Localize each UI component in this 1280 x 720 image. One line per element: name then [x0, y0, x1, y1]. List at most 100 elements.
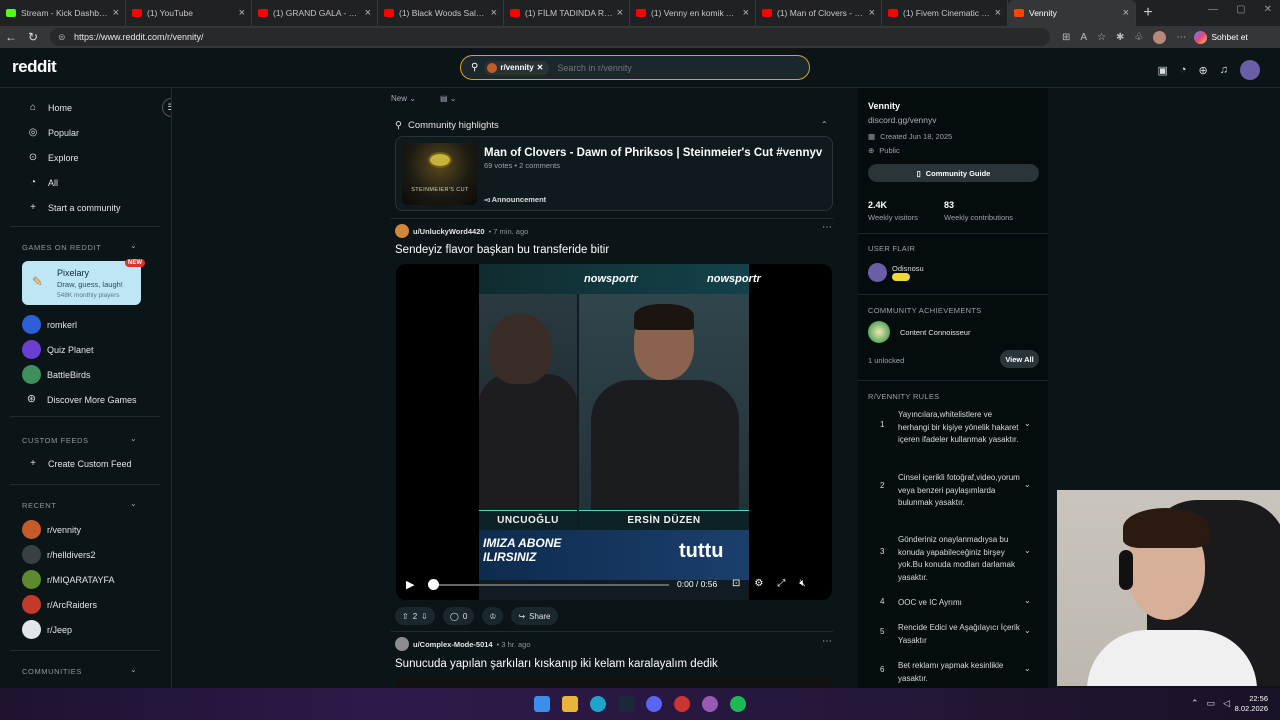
recent-community[interactable]: r/Jeep: [22, 620, 72, 639]
chevron-up-icon[interactable]: ⌃: [1191, 698, 1199, 709]
post-title[interactable]: Sendeyiz flavor başkan bu transferide bi…: [395, 244, 609, 256]
close-tab-icon[interactable]: ×: [113, 7, 119, 19]
downvote-icon[interactable]: ⇩: [421, 612, 428, 621]
play-icon[interactable]: ▶: [406, 578, 414, 591]
reddit-logo[interactable]: reddit: [12, 57, 57, 77]
close-window-icon[interactable]: ✕: [1264, 4, 1272, 15]
advertise-icon[interactable]: ▣: [1157, 64, 1167, 77]
new-tab-icon[interactable]: +: [1136, 0, 1160, 26]
view-dropdown[interactable]: ▤ ⌄: [440, 94, 457, 103]
favorite-star-icon[interactable]: ☆: [1097, 32, 1106, 43]
chevron-down-icon[interactable]: ⌄: [130, 241, 137, 250]
create-post-icon[interactable]: ⊕: [1199, 64, 1208, 77]
comments-button[interactable]: ◯ 0: [442, 607, 475, 625]
nav-item-start-a-community[interactable]: + Start a community: [26, 202, 120, 213]
browser-tab[interactable]: (1) FİLM TADINDA ROL PAS ×: [504, 0, 630, 26]
chevron-down-icon[interactable]: ⌄: [1024, 626, 1031, 635]
chevron-down-icon[interactable]: ⌄: [1024, 664, 1031, 673]
url-field[interactable]: ⊜ https://www.reddit.com/r/vennity/: [50, 28, 1050, 46]
fullscreen-icon[interactable]: ⤢: [777, 578, 785, 589]
steam-icon[interactable]: [618, 696, 634, 712]
share-button[interactable]: ↪ Share: [511, 607, 558, 625]
recent-community[interactable]: r/vennity: [22, 520, 81, 539]
extensions-icon[interactable]: ✱: [1116, 32, 1124, 43]
close-tab-icon[interactable]: ×: [869, 7, 875, 19]
browser-tab[interactable]: (1) Venny en komik ATM k ×: [630, 0, 756, 26]
pixelary-game-card[interactable]: ✎ Pixelary Draw, guess, laugh! 548K monthly…: [22, 259, 145, 305]
section-title[interactable]: CUSTOM FEEDS: [22, 436, 89, 445]
chevron-down-icon[interactable]: ⌄: [130, 434, 137, 443]
game-item[interactable]: ⊛ Discover More Games: [22, 390, 137, 409]
video-progress-track[interactable]: [429, 584, 669, 586]
community-guide-button[interactable]: ▯ Community Guide: [868, 164, 1039, 182]
nav-item-popular[interactable]: ◎ Popular: [26, 127, 79, 138]
start-icon[interactable]: [534, 696, 550, 712]
sohbet-button[interactable]: Sohbet et: [1194, 30, 1248, 44]
chevron-down-icon[interactable]: ⌄: [130, 499, 137, 508]
post-title[interactable]: Sunucuda yapılan şarkıları kıskanıp iki …: [395, 658, 718, 670]
highlight-title[interactable]: Man of Clovers - Dawn of Phriksos | Stei…: [484, 147, 822, 159]
minimize-icon[interactable]: —: [1208, 4, 1218, 15]
collapse-highlights-icon[interactable]: ⌃: [821, 120, 828, 129]
captions-icon[interactable]: ⊡: [732, 578, 740, 589]
create-custom-feed[interactable]: + Create Custom Feed: [26, 458, 131, 469]
section-title[interactable]: GAMES ON REDDIT: [22, 243, 101, 252]
recent-community[interactable]: r/ArcRaiders: [22, 595, 97, 614]
close-tab-icon[interactable]: ×: [365, 7, 371, 19]
reload-icon[interactable]: ↻: [22, 30, 44, 44]
video-player[interactable]: nowsportr nowsportr UNCUOĞLU ERSİN DÜZEN…: [396, 264, 832, 600]
award-button[interactable]: ♔: [482, 607, 504, 625]
network-icon[interactable]: ▭: [1207, 698, 1216, 709]
chevron-down-icon[interactable]: ⌄: [130, 665, 137, 674]
username[interactable]: u/UnluckyWord4420: [413, 227, 485, 236]
recent-community[interactable]: r/MIQARATAYFA: [22, 570, 115, 589]
collections-icon[interactable]: ♧: [1134, 32, 1143, 43]
close-tab-icon[interactable]: ×: [995, 7, 1001, 19]
back-icon[interactable]: ←: [0, 30, 22, 44]
more-options-icon[interactable]: ⋯: [822, 636, 832, 647]
game-item[interactable]: Quiz Planet: [22, 340, 94, 359]
browser-tab[interactable]: (1) Black Woods Saloon- - F ×: [378, 0, 504, 26]
app-icon[interactable]: [674, 696, 690, 712]
close-tab-icon[interactable]: ×: [1123, 7, 1129, 19]
game-item[interactable]: BattleBirds: [22, 365, 91, 384]
nav-item-all[interactable]: ◔ All: [26, 177, 58, 188]
chevron-down-icon[interactable]: ⌄: [1024, 480, 1031, 489]
browser-tab[interactable]: Stream - Kick Dashboard ×: [0, 0, 126, 26]
username[interactable]: u/Complex-Mode-5014: [413, 640, 493, 649]
view-all-button[interactable]: View All: [1000, 350, 1039, 368]
notifications-icon[interactable]: ♫: [1220, 64, 1228, 76]
mute-icon[interactable]: 🔇︎: [799, 578, 805, 589]
chevron-down-icon[interactable]: ⌄: [1024, 546, 1031, 555]
chat-icon[interactable]: ◔: [1180, 64, 1187, 76]
post-author[interactable]: u/Complex-Mode-5014 • 3 hr. ago: [395, 637, 531, 651]
browser-tab[interactable]: (1) YouTube ×: [126, 0, 252, 26]
community-search-chip[interactable]: r/vennity ✕: [484, 60, 550, 75]
settings-gear-icon[interactable]: ⚙: [754, 578, 763, 589]
close-tab-icon[interactable]: ×: [617, 7, 623, 19]
site-info-icon[interactable]: ⊜: [58, 32, 68, 43]
close-tab-icon[interactable]: ×: [743, 7, 749, 19]
chevron-down-icon[interactable]: ⌄: [1024, 596, 1031, 605]
edge-browser-icon[interactable]: [590, 696, 606, 712]
section-title[interactable]: RECENT: [22, 501, 56, 510]
upvote-icon[interactable]: ⇧: [402, 612, 409, 621]
read-aloud-icon[interactable]: A: [1080, 32, 1087, 43]
system-clock[interactable]: 22:56 8.02.2026: [1235, 694, 1268, 714]
highlight-card[interactable]: STEINMEIER'S CUT Man of Clovers - Dawn o…: [395, 136, 833, 211]
chevron-down-icon[interactable]: ⌄: [1024, 419, 1031, 428]
close-icon[interactable]: ✕: [537, 63, 544, 72]
game-item[interactable]: romkerl: [22, 315, 77, 334]
sort-dropdown[interactable]: New ⌄: [391, 94, 416, 103]
profile-avatar[interactable]: [1153, 30, 1167, 44]
recent-community[interactable]: r/helldivers2: [22, 545, 96, 564]
nav-item-explore[interactable]: ⊙ Explore: [26, 152, 79, 163]
post-author[interactable]: u/UnluckyWord4420 • 7 min. ago: [395, 224, 528, 238]
discord-icon[interactable]: [646, 696, 662, 712]
section-title[interactable]: COMMUNITIES: [22, 667, 82, 676]
post-media-preview[interactable]: [396, 676, 832, 688]
volume-icon[interactable]: ◁: [1223, 698, 1230, 709]
maximize-icon[interactable]: ▢: [1236, 4, 1245, 15]
obs-icon[interactable]: [702, 696, 718, 712]
browser-tab[interactable]: (1) GRAND GALA - GENİŞ Ö ×: [252, 0, 378, 26]
